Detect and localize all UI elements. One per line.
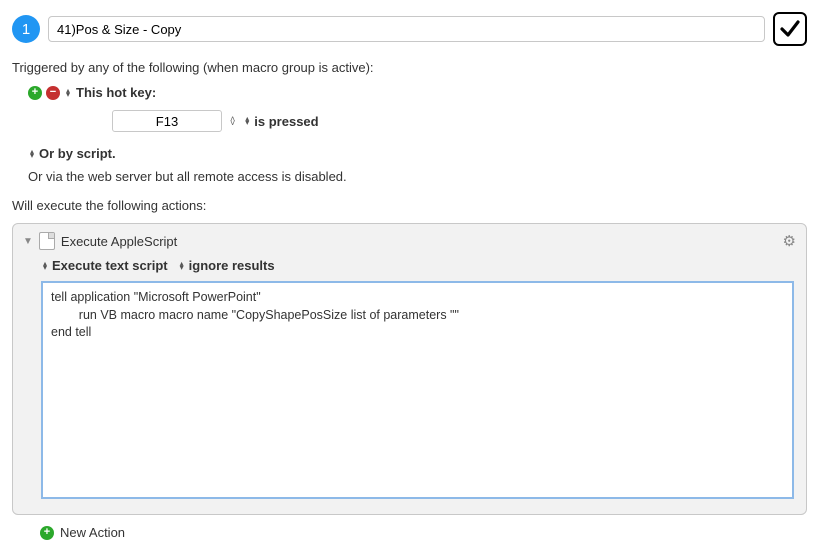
checkmark-icon <box>778 17 802 41</box>
webserver-text: Or via the web server but all remote acc… <box>28 169 807 184</box>
script-trigger-label: Or by script. <box>39 146 116 161</box>
script-mode-selector-icon[interactable]: ▴▾ <box>43 262 47 269</box>
hotkey-mode-selector-icon[interactable]: ▴▾ <box>245 117 249 124</box>
results-mode-label: ignore results <box>189 258 275 273</box>
macro-index-badge: 1 <box>12 15 40 43</box>
macro-title-input[interactable] <box>48 16 765 42</box>
action-title: Execute AppleScript <box>61 234 777 249</box>
disclosure-triangle-icon[interactable]: ▼ <box>23 236 33 247</box>
add-trigger-icon[interactable]: + <box>28 86 42 100</box>
triggers-intro-text: Triggered by any of the following (when … <box>12 60 807 75</box>
script-textarea[interactable] <box>41 281 794 499</box>
script-trigger-selector-icon[interactable]: ▴▾ <box>30 150 34 157</box>
hotkey-trigger-label: This hot key: <box>76 85 156 100</box>
enable-toggle-button[interactable] <box>773 12 807 46</box>
action-card: ▼ Execute AppleScript ⚙ ▴▾ Execute text … <box>12 223 807 515</box>
new-action-label[interactable]: New Action <box>60 525 125 540</box>
applescript-file-icon <box>39 232 55 250</box>
script-mode-label: Execute text script <box>52 258 168 273</box>
hotkey-input[interactable] <box>112 110 222 132</box>
hotkey-dropdown-icon[interactable]: ˄˅ <box>230 117 235 126</box>
remove-trigger-icon[interactable]: − <box>46 86 60 100</box>
gear-icon[interactable]: ⚙ <box>783 232 796 250</box>
results-mode-selector-icon[interactable]: ▴▾ <box>180 262 184 269</box>
actions-intro-text: Will execute the following actions: <box>12 198 807 213</box>
trigger-type-selector-icon[interactable]: ▴▾ <box>66 89 70 96</box>
hotkey-mode-label: is pressed <box>254 114 318 129</box>
add-action-icon[interactable]: + <box>40 526 54 540</box>
